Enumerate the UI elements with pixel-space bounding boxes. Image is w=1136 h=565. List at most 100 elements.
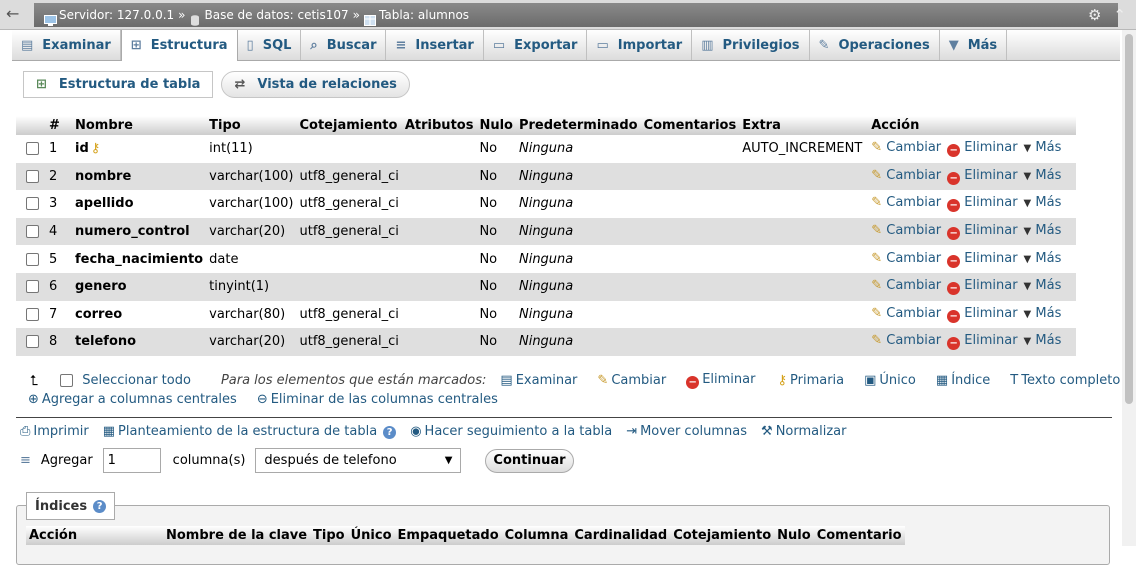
row-checkbox[interactable] — [26, 169, 39, 183]
column-count-input[interactable] — [102, 448, 161, 473]
column-collation: utf8_general_ci — [296, 328, 402, 356]
bulk-primary-button[interactable]: ⚷ Primaria — [775, 373, 844, 388]
header-name[interactable]: Nombre — [72, 116, 207, 135]
indexes-table: Acción Nombre de la clave Tipo Único Empaque… — [26, 526, 905, 545]
select-all-checkbox[interactable] — [60, 374, 74, 387]
drop-button[interactable]: − Eliminar — [947, 306, 1018, 323]
column-collation — [296, 135, 402, 163]
change-button[interactable]: ✎ Cambiar — [871, 306, 941, 321]
row-number: 4 — [46, 217, 72, 246]
table-structure-button[interactable]: ⊞ Estructura de tabla — [23, 71, 214, 98]
propose-structure-icon: ▦ — [102, 424, 116, 439]
row-checkbox[interactable] — [26, 307, 39, 321]
bulk-index-button[interactable]: ▦ Índice — [936, 373, 990, 388]
drop-button[interactable]: − Eliminar — [947, 251, 1018, 268]
header-collation[interactable]: Cotejamiento — [296, 116, 402, 135]
header-extra[interactable]: Extra — [739, 116, 869, 135]
row-checkbox[interactable] — [26, 142, 39, 156]
change-button[interactable]: ✎ Cambiar — [871, 168, 941, 183]
bulk-drop-button[interactable]: − Eliminar — [686, 372, 755, 389]
row-checkbox[interactable] — [26, 280, 39, 294]
change-label: Cambiar — [886, 140, 942, 156]
header-null[interactable]: Nulo — [476, 116, 516, 135]
help-icon[interactable]: ? — [383, 426, 397, 439]
tab-examinar[interactable]: ▤ Examinar — [12, 30, 121, 60]
print-link[interactable]: ⎙ Imprimir — [20, 424, 89, 439]
tab-buscar[interactable]: ⌕ Buscar — [301, 30, 387, 60]
more-button[interactable]: ▼ Más — [1024, 168, 1062, 183]
change-button[interactable]: ✎ Cambiar — [871, 223, 941, 238]
import-icon: ▭ — [596, 37, 609, 53]
bulk-change-button[interactable]: ✎ Cambiar — [597, 373, 666, 388]
select-all-label[interactable]: Seleccionar todo — [82, 373, 191, 388]
more-label: Más — [1035, 140, 1062, 156]
drop-button[interactable]: − Eliminar — [947, 333, 1018, 351]
bulk-fulltext-button[interactable]: T Texto completo — [1010, 373, 1120, 388]
pencil-icon: ✎ — [871, 167, 883, 183]
tab-operaciones[interactable]: ✎ Operaciones — [810, 30, 940, 60]
row-checkbox[interactable] — [26, 197, 39, 211]
position-select[interactable]: después de telefono ▼ — [255, 448, 462, 473]
more-button[interactable]: ▼ Más — [1024, 195, 1062, 210]
tab-exportar[interactable]: ▭ Exportar — [484, 30, 588, 60]
change-button[interactable]: ✎ Cambiar — [871, 140, 941, 155]
more-button[interactable]: ▼ Más — [1024, 251, 1062, 266]
column-attributes — [401, 217, 477, 246]
header-type[interactable]: Tipo — [206, 116, 297, 135]
vertical-scrollbar[interactable] — [1122, 30, 1136, 546]
export-icon: ▭ — [492, 37, 506, 53]
drop-button[interactable]: − Eliminar — [947, 223, 1018, 241]
drop-button[interactable]: − Eliminar — [947, 278, 1018, 296]
help-icon[interactable]: ? — [93, 499, 107, 513]
row-checkbox[interactable] — [26, 225, 39, 239]
tab-label: Exportar — [514, 37, 578, 53]
change-button[interactable]: ✎ Cambiar — [871, 251, 941, 266]
change-button[interactable]: ✎ Cambiar — [871, 278, 941, 293]
drop-button[interactable]: − Eliminar — [947, 140, 1018, 158]
change-button[interactable]: ✎ Cambiar — [871, 195, 941, 210]
tab-label: Privilegios — [722, 37, 800, 53]
collapse-icon[interactable]: ⌃ — [1113, 6, 1126, 24]
index-header-key-name: Nombre de la clave — [163, 526, 311, 545]
propose-structure-link[interactable]: ▦ Planteamiento de la estructura de tabla… — [102, 424, 397, 439]
tab-insertar[interactable]: ≡ Insertar — [386, 30, 484, 60]
normalize-link[interactable]: ⚒ Normalizar — [761, 424, 846, 439]
row-checkbox[interactable] — [26, 252, 39, 266]
bulk-unique-button[interactable]: ▣ Único — [864, 373, 916, 388]
more-button[interactable]: ▼ Más — [1024, 140, 1062, 155]
settings-gear-icon[interactable]: ⚙ — [1088, 6, 1101, 24]
back-arrow-icon[interactable]: ← — [6, 4, 19, 23]
tab-mas[interactable]: ▼ Más — [940, 30, 1008, 60]
remove-central-columns-button[interactable]: ⊖ Eliminar de las columnas centrales — [257, 392, 498, 407]
breadcrumb-server[interactable]: Servidor: 127.0.0.1 — [59, 3, 174, 27]
tab-privilegios[interactable]: ▥ Privilegios — [692, 30, 810, 60]
header-default[interactable]: Predeterminado — [515, 116, 641, 135]
drop-button[interactable]: − Eliminar — [947, 195, 1018, 213]
more-button[interactable]: ▼ Más — [1024, 306, 1062, 321]
more-button[interactable]: ▼ Más — [1024, 223, 1062, 238]
tab-estructura[interactable]: ⊞ Estructura — [120, 30, 238, 61]
header-attributes[interactable]: Atributos — [401, 116, 477, 135]
column-null: No — [476, 190, 516, 218]
change-button[interactable]: ✎ Cambiar — [871, 333, 941, 348]
row-checkbox[interactable] — [26, 335, 39, 349]
table-row: 7 correo varchar(80) utf8_general_ci No Ningu… — [16, 300, 1077, 329]
tab-sql[interactable]: ▯ SQL — [238, 30, 302, 60]
drop-button[interactable]: − Eliminar — [947, 168, 1018, 185]
relation-view-button[interactable]: ⇄ Vista de relaciones — [221, 71, 410, 98]
move-columns-link[interactable]: ⇥ Mover columnas — [626, 424, 747, 439]
pencil-icon: ✎ — [871, 333, 883, 349]
breadcrumb-table[interactable]: Tabla: alumnos — [379, 3, 469, 27]
tab-importar[interactable]: ▭ Importar — [587, 30, 693, 60]
add-central-columns-button[interactable]: ⊕ Agregar a columnas centrales — [28, 392, 237, 407]
scrollbar-thumb[interactable] — [1125, 34, 1133, 404]
bulk-browse-button[interactable]: ▤ Examinar — [500, 373, 577, 388]
column-comments — [640, 328, 740, 356]
header-comments[interactable]: Comentarios — [640, 116, 740, 135]
breadcrumb-database[interactable]: Base de datos: cetis107 — [205, 3, 349, 27]
track-table-link[interactable]: ◉ Hacer seguimiento a la tabla — [410, 424, 612, 439]
drop-icon: − — [947, 337, 961, 351]
more-button[interactable]: ▼ Más — [1024, 333, 1062, 348]
continue-button[interactable]: Continuar — [485, 448, 574, 473]
more-button[interactable]: ▼ Más — [1024, 278, 1062, 293]
